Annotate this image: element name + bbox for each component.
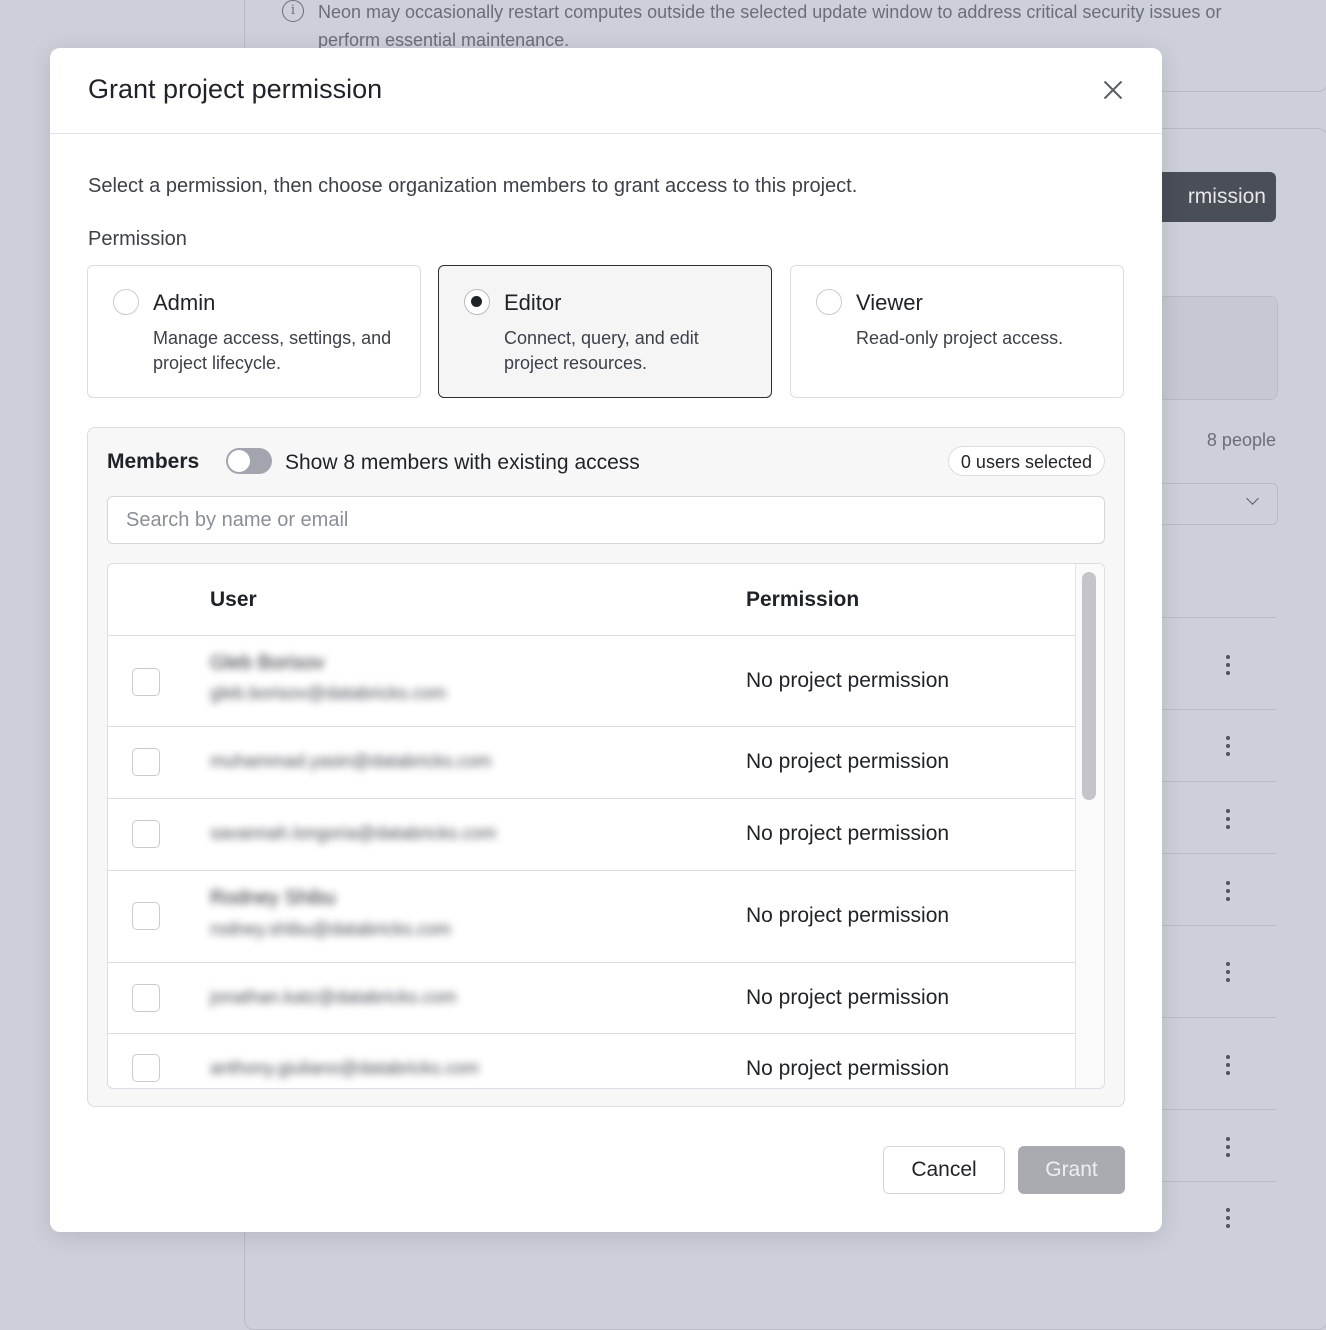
user-email: gleb.borisov@databricks.com	[210, 683, 447, 703]
scrollbar-thumb[interactable]	[1082, 572, 1096, 800]
modal-description: Select a permission, then choose organiz…	[88, 175, 858, 197]
table-row: muhammad.yasin@databricks.com No project…	[108, 727, 1076, 799]
permission-option-editor[interactable]: Editor Connect, query, and edit project …	[438, 265, 772, 398]
permission-label: Permission	[88, 228, 187, 250]
members-section: Members Show 8 members with existing acc…	[87, 427, 1125, 1107]
table-row: jonathan.katz@databricks.com No project …	[108, 963, 1076, 1034]
modal-header: Grant project permission	[50, 48, 1162, 134]
row-checkbox[interactable]	[132, 668, 160, 696]
column-header-user: User	[210, 588, 257, 611]
user-name: Rodney Shibu	[210, 887, 336, 909]
info-icon: i	[282, 0, 304, 22]
option-title: Editor	[504, 290, 562, 315]
user-permission: No project permission	[746, 986, 950, 1009]
radio-editor[interactable]	[464, 289, 490, 315]
kebab-menu-icon	[1225, 962, 1231, 984]
user-name: Gleb Borisov	[210, 652, 325, 674]
existing-access-toggle-label: Show 8 members with existing access	[285, 451, 640, 474]
table-header: User Permission	[108, 564, 1076, 636]
user-email: muhammad.yasin@databricks.com	[210, 751, 492, 771]
kebab-menu-icon	[1225, 736, 1231, 758]
option-description: Manage access, settings, and project lif…	[153, 328, 392, 373]
permission-option-admin[interactable]: Admin Manage access, settings, and proje…	[87, 265, 421, 398]
option-title: Viewer	[856, 290, 923, 315]
row-checkbox[interactable]	[132, 984, 160, 1012]
background-people-count: 8 people	[1206, 430, 1276, 450]
existing-access-toggle[interactable]	[226, 448, 272, 474]
option-title: Admin	[153, 290, 216, 315]
row-checkbox[interactable]	[132, 820, 160, 848]
user-permission: No project permission	[746, 904, 950, 927]
user-permission: No project permission	[746, 822, 950, 845]
radio-admin[interactable]	[113, 289, 139, 315]
chevron-down-icon	[1246, 492, 1259, 505]
user-permission: No project permission	[746, 1057, 950, 1080]
background-notice-text: Neon may occasionally restart computes o…	[318, 2, 1222, 50]
table-row: Rodney Shibu rodney.shibu@databricks.com…	[108, 871, 1076, 963]
user-permission: No project permission	[746, 669, 950, 692]
option-description: Read-only project access.	[856, 328, 1064, 348]
kebab-menu-icon	[1225, 655, 1231, 677]
kebab-menu-icon	[1225, 881, 1231, 903]
user-email: savannah.longoria@databricks.com	[210, 823, 497, 843]
table-row: anthony.giuliano@databricks.com No proje…	[108, 1034, 1076, 1088]
kebab-menu-icon	[1225, 809, 1231, 831]
background-notice: i Neon may occasionally restart computes…	[282, 0, 1262, 54]
toggle-knob	[228, 450, 250, 472]
radio-viewer[interactable]	[816, 289, 842, 315]
user-permission: No project permission	[746, 750, 950, 773]
members-title: Members	[107, 450, 200, 473]
members-table: User Permission Gleb Borisov gleb.boriso…	[107, 563, 1105, 1089]
row-checkbox[interactable]	[132, 748, 160, 776]
selected-count-badge: 0 users selected	[947, 446, 1105, 476]
member-search-input[interactable]	[107, 496, 1105, 544]
table-row: Gleb Borisov gleb.borisov@databricks.com…	[108, 636, 1076, 727]
permission-option-viewer[interactable]: Viewer Read-only project access.	[790, 265, 1124, 398]
cancel-button[interactable]: Cancel	[883, 1146, 1005, 1194]
modal-title: Grant project permission	[88, 74, 383, 104]
kebab-menu-icon	[1225, 1137, 1231, 1159]
column-header-permission: Permission	[746, 588, 860, 611]
option-description: Connect, query, and edit project resourc…	[504, 328, 699, 373]
kebab-menu-icon	[1225, 1208, 1231, 1230]
close-icon[interactable]	[1100, 77, 1126, 103]
row-checkbox[interactable]	[132, 1054, 160, 1082]
grant-button[interactable]: Grant	[1018, 1146, 1125, 1194]
table-row: savannah.longoria@databricks.com No proj…	[108, 799, 1076, 871]
user-email: anthony.giuliano@databricks.com	[210, 1058, 480, 1078]
grant-permission-modal: Grant project permission Select a permis…	[50, 48, 1162, 1232]
user-email: rodney.shibu@databricks.com	[210, 919, 452, 939]
user-email: jonathan.katz@databricks.com	[210, 987, 457, 1007]
kebab-menu-icon	[1225, 1055, 1231, 1077]
table-scrollbar[interactable]	[1075, 564, 1104, 1088]
row-checkbox[interactable]	[132, 902, 160, 930]
